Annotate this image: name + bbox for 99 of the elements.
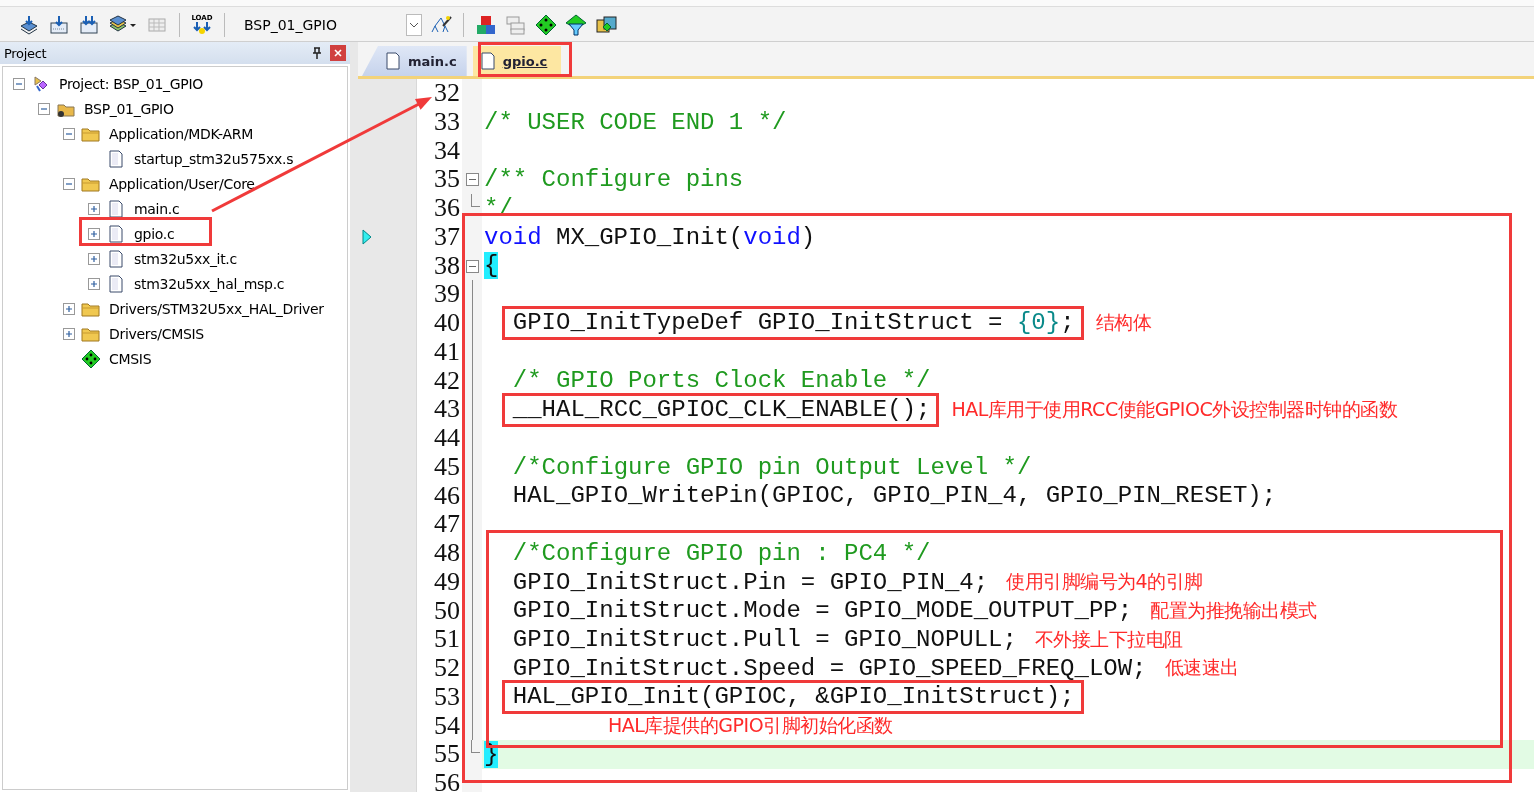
- code-line: GPIO_InitStruct.Mode = GPIO_MODE_OUTPUT_PP;: [512, 597, 1133, 625]
- annotation-text: HAL库用于使用RCC使能GPIOC外设控制器时钟的函数: [951, 396, 1398, 422]
- line-number: 33: [434, 106, 460, 136]
- caret-icon: [409, 22, 419, 28]
- line-number: 52: [434, 653, 460, 682]
- line-number: 41: [434, 336, 460, 366]
- code-line: /*Configure GPIO pin : PC4 */: [512, 539, 931, 567]
- expand-button[interactable]: [88, 277, 100, 290]
- code-line: /* GPIO Ports Clock Enable */: [512, 367, 931, 395]
- line-number: 43: [434, 394, 460, 424]
- line-number: 49: [434, 566, 460, 596]
- file-icon: [106, 148, 126, 169]
- tree-item[interactable]: stm32u5xx_it.c: [132, 249, 239, 268]
- tree-item[interactable]: BSP_01_GPIO: [82, 99, 176, 118]
- diamond-icon[interactable]: [535, 14, 557, 36]
- tree-item[interactable]: stm32u5xx_hal_msp.c: [132, 274, 287, 293]
- collapse-button[interactable]: [63, 177, 75, 190]
- file-icon: [106, 248, 126, 269]
- tree-item[interactable]: Application/User/Core: [107, 174, 257, 193]
- plus-icon: [65, 329, 73, 338]
- tree-item[interactable]: CMSIS: [107, 349, 154, 368]
- plus-icon: [90, 204, 98, 213]
- plus-icon: [65, 304, 73, 313]
- line-number: 38: [434, 250, 460, 280]
- line-number: 54: [434, 710, 460, 740]
- close-button[interactable]: [330, 45, 346, 61]
- tree-item[interactable]: Drivers/STM32U5xx_HAL_Driver: [107, 299, 326, 318]
- panel-title: Project: [4, 45, 48, 61]
- expand-button[interactable]: [88, 252, 100, 265]
- annotation-text: HAL库提供的GPIO引脚初始化函数: [608, 712, 893, 738]
- line-number: 56: [434, 768, 460, 792]
- line-number: 37: [434, 221, 460, 251]
- fold-toggle[interactable]: [465, 259, 479, 273]
- tray-down-icon[interactable]: [48, 14, 70, 36]
- pin-icon[interactable]: [312, 47, 322, 59]
- code-line: void MX_GPIO_Init(void): [484, 223, 816, 251]
- expand-button[interactable]: [88, 202, 100, 215]
- fold-end-mark: [470, 194, 480, 207]
- funnel-icon[interactable]: [565, 14, 587, 36]
- file-tab[interactable]: main.c: [362, 46, 467, 76]
- line-number: 53: [434, 681, 460, 711]
- tree-item[interactable]: Application/MDK-ARM: [107, 124, 255, 143]
- line-number: 50: [434, 595, 460, 625]
- code-line: GPIO_InitStruct.Pin = GPIO_PIN_4;: [512, 568, 989, 596]
- file-icon: [106, 273, 126, 294]
- line-number: 51: [434, 624, 460, 654]
- plus-icon: [90, 279, 98, 288]
- line-number: 32: [434, 79, 460, 107]
- file-icon: [106, 198, 126, 219]
- annotation-text: 不外接上下拉电阻: [1034, 626, 1183, 652]
- component-icon: [81, 348, 101, 369]
- tray-down-icon[interactable]: [78, 14, 100, 36]
- collapse-button[interactable]: [13, 77, 25, 90]
- collapse-button[interactable]: [63, 127, 75, 140]
- target-select[interactable]: BSP_01_GPIO: [240, 17, 406, 33]
- plus-icon: [90, 254, 98, 263]
- download-icon: [192, 22, 212, 36]
- code-line: /** Configure pins: [484, 166, 744, 194]
- fold-end-mark: [470, 740, 480, 754]
- tree-item[interactable]: Project: BSP_01_GPIO: [57, 74, 205, 93]
- blocks-icon[interactable]: [475, 14, 497, 36]
- annotation-text: 结构体: [1095, 310, 1152, 336]
- expand-button[interactable]: [88, 227, 100, 240]
- file-icon: [480, 52, 495, 70]
- line-number: 39: [434, 279, 460, 309]
- line-number: 44: [434, 423, 460, 452]
- code-line: /*Configure GPIO pin Output Level */: [512, 453, 1032, 481]
- expand-button[interactable]: [63, 302, 75, 315]
- line-number: 36: [434, 193, 460, 222]
- line-number: 34: [434, 135, 460, 165]
- annotation-text: 使用引脚编号为4的引脚: [1006, 569, 1203, 595]
- collapse-button[interactable]: [38, 102, 50, 115]
- fold-toggle[interactable]: [465, 173, 479, 187]
- code-line: GPIO_InitStruct.Pull = GPIO_NOPULL;: [512, 626, 1017, 654]
- line-number: 40: [434, 308, 460, 337]
- line-number: 48: [434, 538, 460, 567]
- code-line: HAL_GPIO_WritePin(GPIOC, GPIO_PIN_4, GPIO_PIN_RESET);: [512, 482, 1277, 510]
- code-line: GPIO_InitStruct.Speed = GPIO_SPEED_FREQ_LOW;: [512, 654, 1147, 682]
- tree-item[interactable]: Drivers/CMSIS: [107, 324, 206, 343]
- close-icon: [334, 49, 342, 57]
- file-icon: [386, 52, 400, 70]
- annotation-text: 配置为推挽输出模式: [1150, 597, 1317, 623]
- line-number: 46: [434, 480, 460, 510]
- line-number: 55: [434, 739, 460, 769]
- line-number: 35: [434, 164, 460, 194]
- tree-item[interactable]: main.c: [132, 199, 182, 218]
- stack-icon[interactable]: [18, 14, 40, 36]
- annotation-text: 低速速出: [1164, 655, 1239, 681]
- plus-icon: [90, 229, 98, 238]
- dropdown-button[interactable]: [406, 14, 422, 36]
- tree-item[interactable]: gpio.c: [132, 224, 177, 243]
- tree-item[interactable]: startup_stm32u575xx.s: [132, 149, 296, 168]
- line-number: 42: [434, 365, 460, 395]
- file-icon: [106, 223, 126, 244]
- squares-icon[interactable]: [595, 14, 619, 36]
- expand-button[interactable]: [63, 327, 75, 340]
- line-number: 47: [434, 509, 460, 539]
- line-number: 45: [434, 451, 460, 481]
- code-line: /* USER CODE END 1 */: [484, 108, 787, 136]
